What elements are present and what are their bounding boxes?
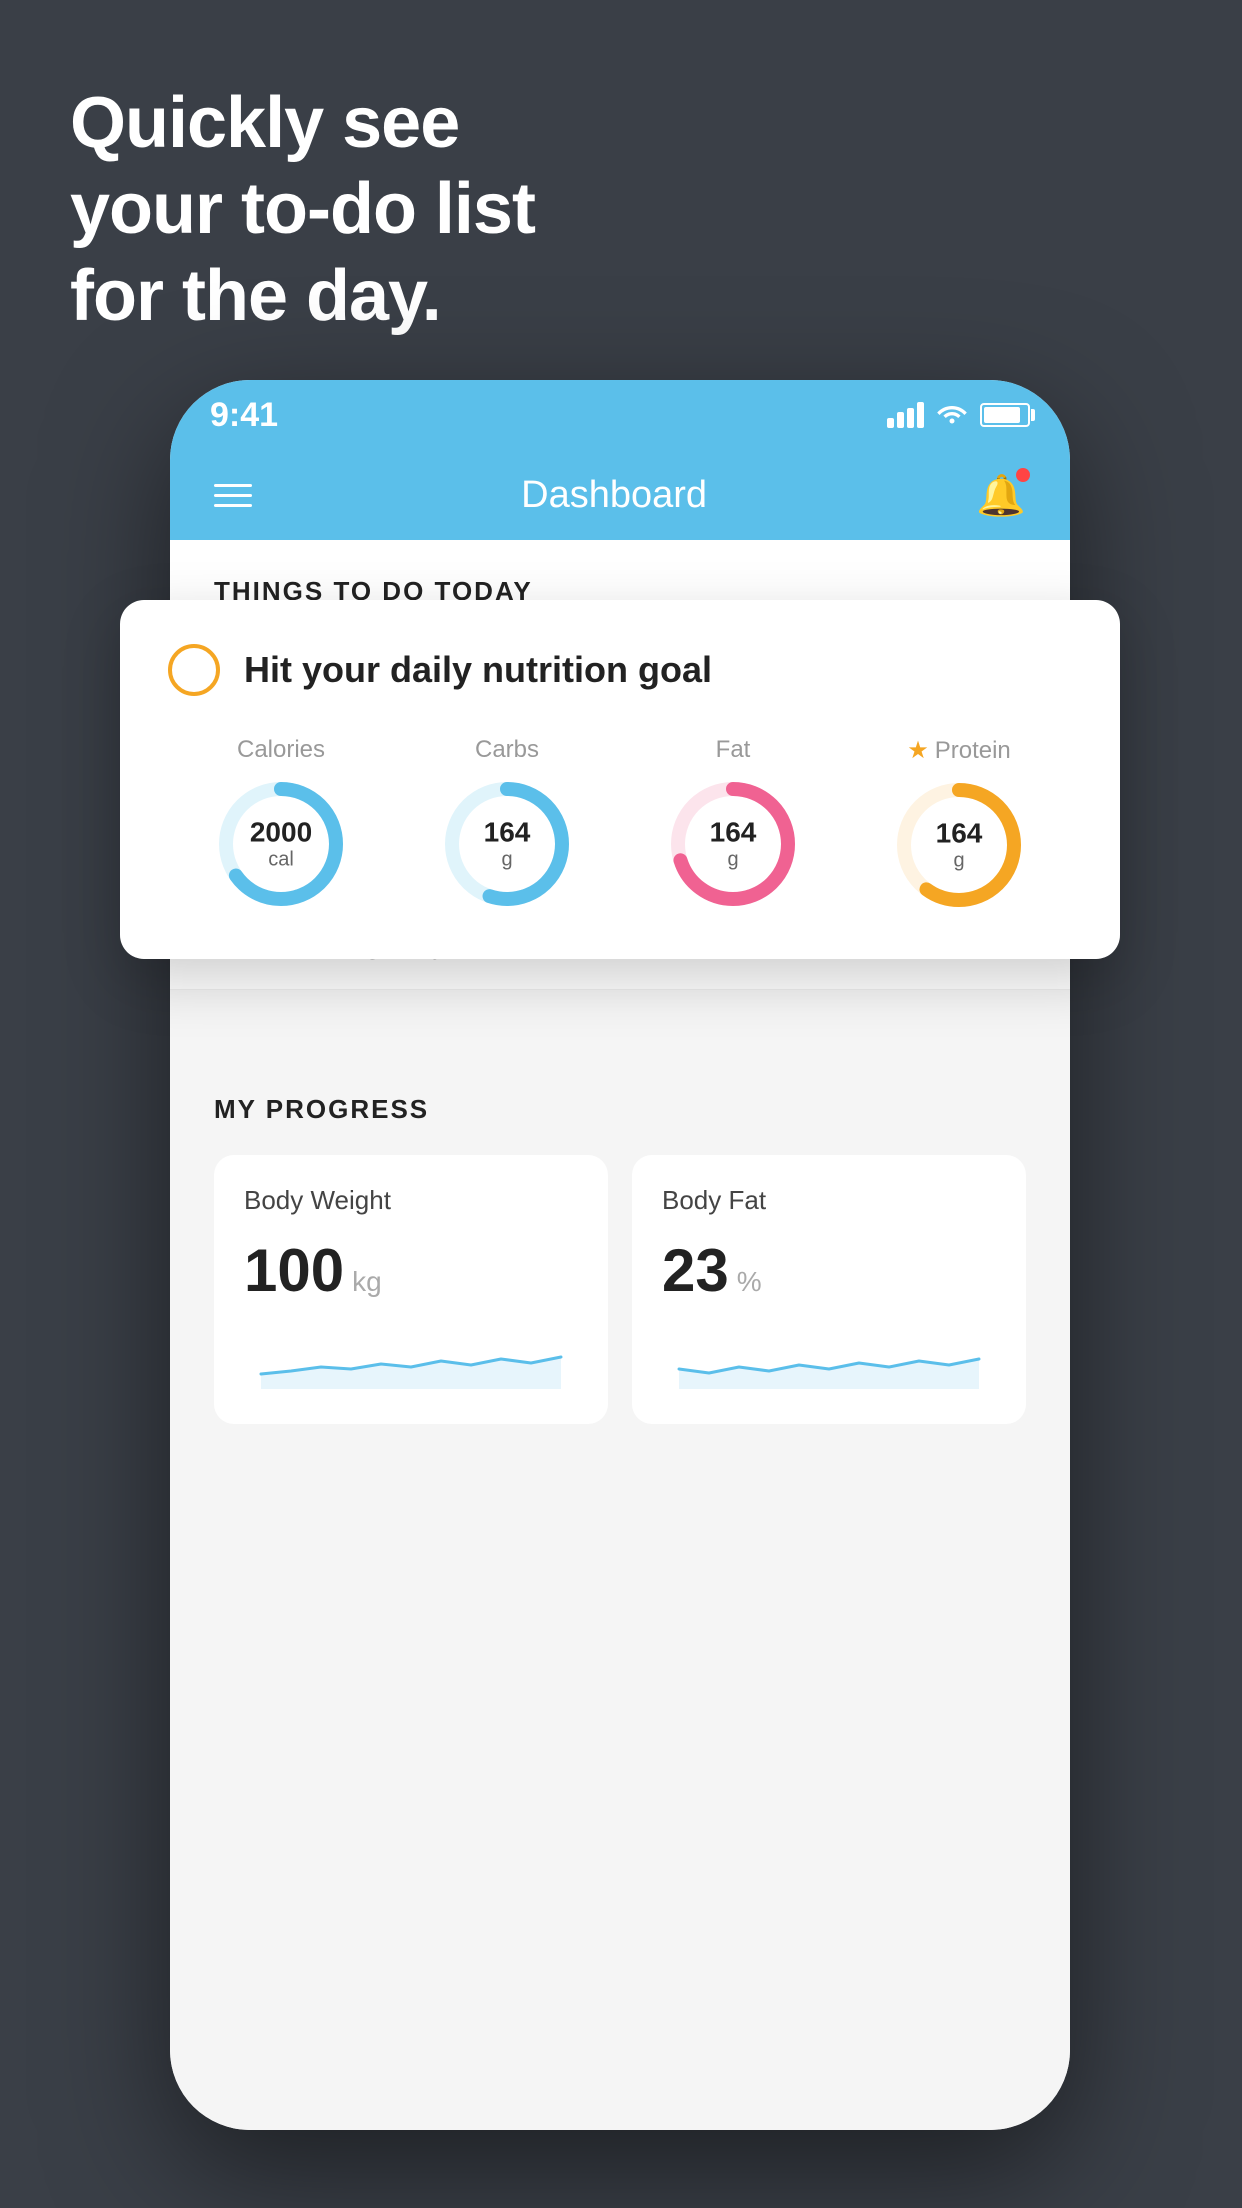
- progress-grid: Body Weight 100 kg Body Fat: [214, 1155, 1026, 1424]
- body-fat-chart: [662, 1329, 996, 1389]
- spacer: [170, 990, 1070, 1050]
- body-weight-value-row: 100 kg: [244, 1236, 578, 1305]
- protein-donut: 164 g: [889, 775, 1029, 915]
- bell-icon[interactable]: 🔔: [976, 472, 1026, 519]
- nutrition-item-calories: Calories 2000 cal: [211, 736, 351, 914]
- carbs-center: 164 g: [484, 818, 531, 871]
- progress-section: MY PROGRESS Body Weight 100 kg: [170, 1050, 1070, 1424]
- body-fat-value-row: 23 %: [662, 1236, 996, 1305]
- protein-label-row: ★ Protein: [907, 736, 1011, 765]
- nutrition-item-protein: ★ Protein 164 g: [889, 736, 1029, 915]
- fat-center: 164 g: [710, 818, 757, 871]
- body-weight-card[interactable]: Body Weight 100 kg: [214, 1155, 608, 1424]
- nav-bar: Dashboard 🔔: [170, 450, 1070, 540]
- carbs-value: 164: [484, 818, 531, 849]
- battery-icon: [980, 403, 1030, 427]
- wifi-icon: [936, 399, 968, 431]
- status-time: 9:41: [210, 396, 278, 435]
- protein-unit: g: [953, 849, 964, 871]
- protein-value: 164: [936, 819, 983, 850]
- status-icons: [887, 399, 1030, 431]
- hero-text: Quickly see your to-do list for the day.: [70, 80, 535, 339]
- hamburger-icon[interactable]: [214, 484, 252, 507]
- body-fat-title: Body Fat: [662, 1185, 996, 1216]
- hero-line1: Quickly see: [70, 80, 535, 166]
- fat-donut: 164 g: [663, 774, 803, 914]
- nutrition-goal-title: Hit your daily nutrition goal: [244, 649, 712, 691]
- nutrition-item-carbs: Carbs 164 g: [437, 736, 577, 914]
- body-weight-chart: [244, 1329, 578, 1389]
- nutrition-goal-circle: [168, 644, 220, 696]
- body-weight-value: 100: [244, 1236, 344, 1305]
- protein-label: Protein: [935, 737, 1011, 765]
- calories-label: Calories: [237, 736, 325, 764]
- carbs-label: Carbs: [475, 736, 539, 764]
- card-header: Hit your daily nutrition goal: [168, 644, 1072, 696]
- carbs-unit: g: [501, 848, 512, 870]
- protein-center: 164 g: [936, 819, 983, 872]
- body-weight-unit: kg: [352, 1266, 382, 1298]
- body-fat-value: 23: [662, 1236, 729, 1305]
- calories-value: 2000: [250, 818, 312, 849]
- fat-unit: g: [727, 848, 738, 870]
- nutrition-item-fat: Fat 164 g: [663, 736, 803, 914]
- star-icon: ★: [907, 736, 929, 765]
- nutrition-grid: Calories 2000 cal Carbs: [168, 736, 1072, 915]
- calories-center: 2000 cal: [250, 818, 312, 871]
- hero-line3: for the day.: [70, 253, 535, 339]
- fat-value: 164: [710, 818, 757, 849]
- body-fat-unit: %: [737, 1266, 762, 1298]
- signal-icon: [887, 402, 924, 428]
- body-weight-title: Body Weight: [244, 1185, 578, 1216]
- nav-title: Dashboard: [521, 474, 707, 517]
- hero-line2: your to-do list: [70, 166, 535, 252]
- body-fat-card[interactable]: Body Fat 23 %: [632, 1155, 1026, 1424]
- floating-card: Hit your daily nutrition goal Calories 2…: [120, 600, 1120, 959]
- status-bar: 9:41: [170, 380, 1070, 450]
- calories-unit: cal: [268, 848, 294, 870]
- progress-section-title: MY PROGRESS: [214, 1094, 1026, 1125]
- carbs-donut: 164 g: [437, 774, 577, 914]
- fat-label: Fat: [716, 736, 751, 764]
- calories-donut: 2000 cal: [211, 774, 351, 914]
